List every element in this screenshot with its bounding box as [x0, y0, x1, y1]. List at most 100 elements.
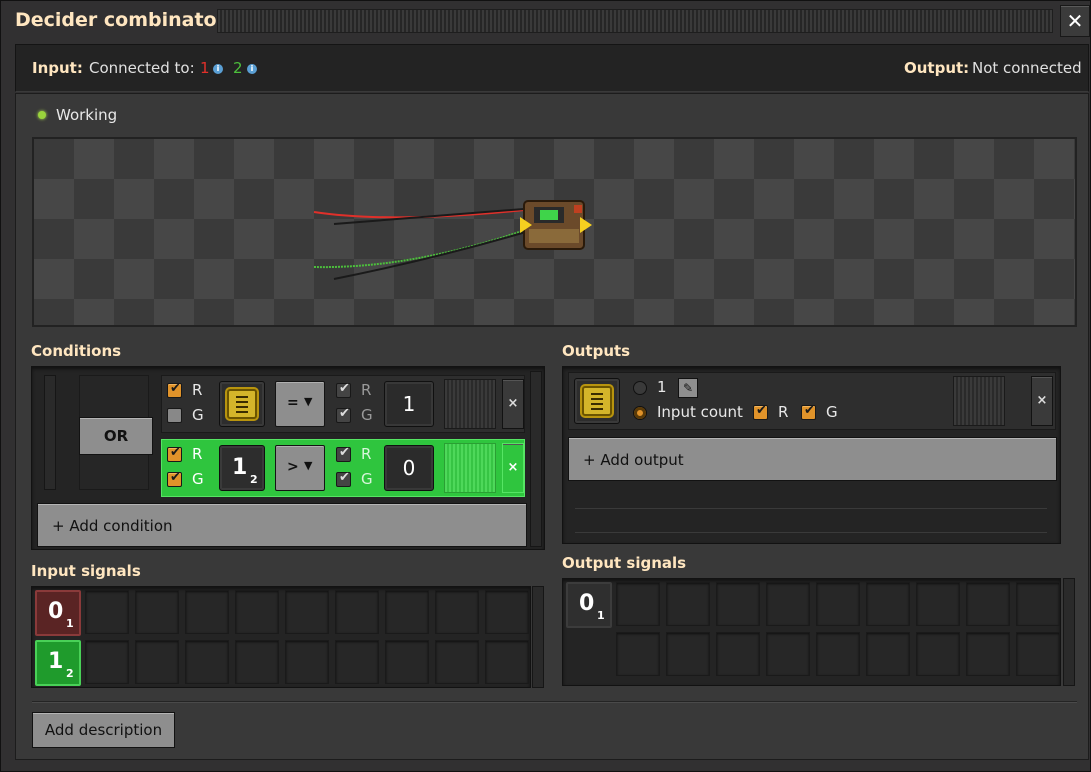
constant-value-input[interactable]: 0 — [384, 445, 434, 491]
signal-subscript: 1 — [66, 617, 74, 630]
condition-signal-slot[interactable]: 1 2 — [219, 445, 265, 491]
output-red-checkbox[interactable]: ✔ — [753, 403, 768, 420]
left-green-label: G — [192, 406, 204, 424]
empty-signal-slot — [866, 582, 910, 626]
window-title: Decider combinator — [15, 9, 226, 31]
empty-signal-slot — [485, 640, 529, 684]
left-green-checkbox[interactable] — [167, 408, 182, 423]
input-signals-scrollbar[interactable] — [532, 586, 544, 688]
empty-signal-slot — [716, 632, 760, 676]
footer-divider — [32, 701, 1077, 703]
input-signal-green[interactable]: 1 2 — [35, 640, 81, 686]
connected-to-label: Connected to: — [89, 59, 195, 77]
right-red-checkbox[interactable]: ✔ — [336, 381, 351, 398]
output-signal-slot[interactable] — [574, 378, 620, 424]
left-green-label: G — [192, 470, 204, 488]
checkmark-icon: ✔ — [339, 381, 350, 396]
signal-value: 0 — [579, 591, 595, 616]
green-wire — [313, 226, 535, 269]
condition-signal-slot[interactable] — [219, 381, 265, 427]
remove-condition-button[interactable]: × — [502, 379, 524, 429]
empty-signal-slot — [766, 632, 810, 676]
output-signal[interactable]: 0 1 — [566, 582, 612, 628]
left-red-label: R — [192, 381, 203, 399]
checkmark-icon: ✔ — [170, 381, 181, 396]
close-icon: ✕ — [1066, 9, 1084, 33]
left-green-checkbox[interactable]: ✔ — [167, 470, 182, 487]
empty-signal-slot — [616, 582, 660, 626]
empty-signal-slot — [966, 632, 1010, 676]
empty-signal-slot — [616, 632, 660, 676]
empty-signal-slot — [385, 590, 429, 634]
drag-handle[interactable] — [217, 9, 1053, 33]
each-signal-icon — [582, 386, 612, 416]
comparator-dropdown[interactable]: > ▼ — [275, 445, 325, 491]
right-green-checkbox[interactable]: ✔ — [336, 406, 351, 423]
output-green-checkbox[interactable]: ✔ — [801, 403, 816, 420]
empty-signal-slot — [866, 632, 910, 676]
checkmark-icon: ✔ — [170, 470, 181, 485]
signal-value: 1 — [48, 649, 64, 674]
constant-value-input[interactable]: 1 — [384, 381, 434, 427]
left-red-checkbox[interactable]: ✔ — [167, 445, 182, 462]
output-signals-panel: 0 1 — [562, 578, 1061, 686]
green-wire-number: 2 — [233, 59, 243, 77]
status-text: Working — [56, 106, 118, 124]
empty-signal-slot — [285, 590, 329, 634]
right-red-checkbox[interactable]: ✔ — [336, 445, 351, 462]
right-red-label: R — [361, 381, 372, 399]
checkmark-icon: ✔ — [170, 445, 181, 460]
remove-condition-button[interactable]: × — [502, 443, 524, 493]
input-count-radio[interactable] — [633, 406, 647, 420]
or-button[interactable]: OR — [79, 417, 153, 455]
empty-signal-slot — [716, 582, 760, 626]
edit-pencil-icon[interactable]: ✎ — [678, 378, 698, 398]
output-label: Output: — [904, 59, 970, 77]
comparator-label: > — [287, 459, 299, 475]
remove-output-button[interactable]: × — [1031, 376, 1053, 426]
empty-signal-slot — [235, 590, 279, 634]
chevron-down-icon: ▼ — [304, 395, 313, 408]
drag-grip[interactable] — [444, 443, 496, 493]
output-status: Not connected — [972, 59, 1082, 77]
add-output-label: + Add output — [583, 451, 684, 469]
output-red-label: R — [778, 403, 789, 421]
empty-signal-slot — [285, 640, 329, 684]
close-button[interactable]: ✕ — [1060, 5, 1090, 37]
condition-row: ✔ R G = ▼ ✔ R ✔ G 1 × — [161, 375, 525, 433]
add-condition-button[interactable]: + Add condition — [37, 503, 527, 547]
red-wire-info-icon[interactable]: i — [213, 64, 223, 74]
connection-bar: Input: Connected to: 1 i 2 i Output: Not… — [15, 44, 1089, 92]
red-wire-number: 1 — [200, 59, 210, 77]
empty-signal-slot — [816, 582, 860, 626]
left-red-checkbox[interactable]: ✔ — [167, 381, 182, 398]
constant-radio[interactable] — [633, 381, 647, 395]
empty-signal-slot — [485, 590, 529, 634]
input-signal-red[interactable]: 0 1 — [35, 590, 81, 636]
empty-signal-slot — [816, 632, 860, 676]
entity-preview[interactable] — [32, 137, 1077, 327]
conditions-scrollbar[interactable] — [530, 371, 542, 547]
drag-grip[interactable] — [444, 379, 496, 429]
conditions-connector-line — [44, 375, 56, 490]
output-signals-scrollbar[interactable] — [1063, 578, 1075, 686]
empty-signal-slot — [766, 582, 810, 626]
green-wire-info-icon[interactable]: i — [247, 64, 257, 74]
empty-output-row — [575, 487, 1047, 509]
decider-combinator-window: Decider combinator ✕ Input: Connected to… — [0, 0, 1091, 772]
empty-signal-slot — [185, 640, 229, 684]
comparator-dropdown[interactable]: = ▼ — [275, 381, 325, 427]
empty-signal-slot — [435, 590, 479, 634]
each-signal-icon — [227, 389, 257, 419]
left-red-label: R — [192, 445, 203, 463]
drag-grip[interactable] — [953, 376, 1005, 426]
add-output-button[interactable]: + Add output — [568, 437, 1057, 481]
constant-value-label: 1 — [657, 378, 667, 396]
right-red-label: R — [361, 445, 372, 463]
empty-signal-slot — [185, 590, 229, 634]
empty-signal-slot — [335, 640, 379, 684]
empty-signal-slot — [85, 590, 129, 634]
right-green-checkbox[interactable]: ✔ — [336, 470, 351, 487]
add-description-button[interactable]: Add description — [32, 712, 175, 748]
empty-signal-slot — [135, 590, 179, 634]
